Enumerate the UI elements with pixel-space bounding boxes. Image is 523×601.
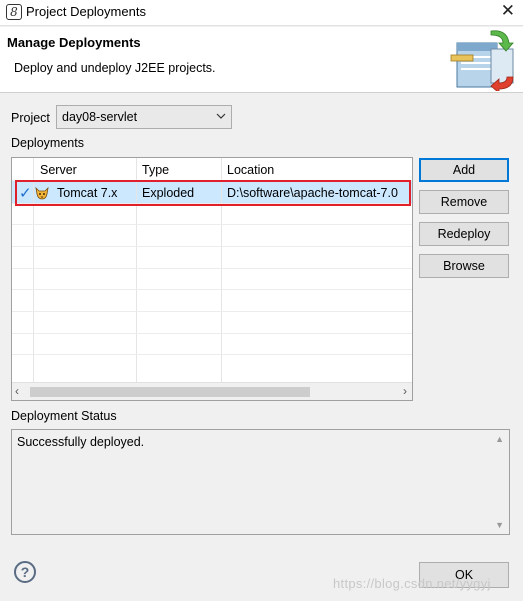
selection-highlight (15, 180, 411, 206)
header-banner: Manage Deployments Deploy and undeploy J… (0, 27, 523, 93)
remove-button[interactable]: Remove (419, 190, 509, 214)
row-divider (12, 246, 412, 247)
close-button[interactable]: ✕ (501, 1, 515, 21)
scroll-left-icon[interactable]: ‹ (15, 384, 19, 398)
scroll-up-icon[interactable]: ▲ (495, 434, 504, 444)
row-divider (12, 354, 412, 355)
watermark: https://blog.csdn.net/yygyj (333, 576, 491, 591)
deployments-table[interactable]: Server Type Location ✓ Tomcat 7.x Explod… (11, 157, 413, 401)
row-divider (12, 224, 412, 225)
project-label: Project (11, 111, 50, 125)
row-divider (12, 311, 412, 312)
help-icon[interactable]: ? (14, 561, 36, 583)
window-title: Project Deployments (26, 4, 146, 19)
row-divider (12, 289, 412, 290)
project-select-value: day08-servlet (62, 110, 138, 124)
column-header-location[interactable]: Location (221, 158, 412, 180)
add-button[interactable]: Add (419, 158, 509, 182)
redeploy-button[interactable]: Redeploy (419, 222, 509, 246)
title-bar: 8 Project Deployments ✕ (0, 0, 523, 26)
deployment-status-box[interactable]: Successfully deployed. ▲ ▼ (11, 429, 510, 535)
row-divider (12, 268, 412, 269)
scroll-down-icon[interactable]: ▼ (495, 520, 504, 530)
status-message: Successfully deployed. (17, 435, 145, 449)
scroll-right-icon[interactable]: › (403, 384, 407, 398)
row-divider (12, 333, 412, 334)
app-icon: 8 (6, 4, 22, 20)
horizontal-scrollbar[interactable]: ‹ › (12, 382, 412, 400)
banner-title: Manage Deployments (7, 35, 141, 50)
column-header-server[interactable]: Server (34, 158, 136, 180)
project-select[interactable]: day08-servlet (56, 105, 232, 129)
banner-description: Deploy and undeploy J2EE projects. (14, 61, 216, 75)
deploy-graphic-icon (450, 30, 514, 91)
chevron-down-icon (216, 113, 226, 119)
browse-button[interactable]: Browse (419, 254, 509, 278)
column-header-type[interactable]: Type (136, 158, 221, 180)
deployment-status-label: Deployment Status (11, 409, 117, 423)
scrollbar-thumb[interactable] (30, 387, 310, 397)
deployments-label: Deployments (11, 136, 84, 150)
